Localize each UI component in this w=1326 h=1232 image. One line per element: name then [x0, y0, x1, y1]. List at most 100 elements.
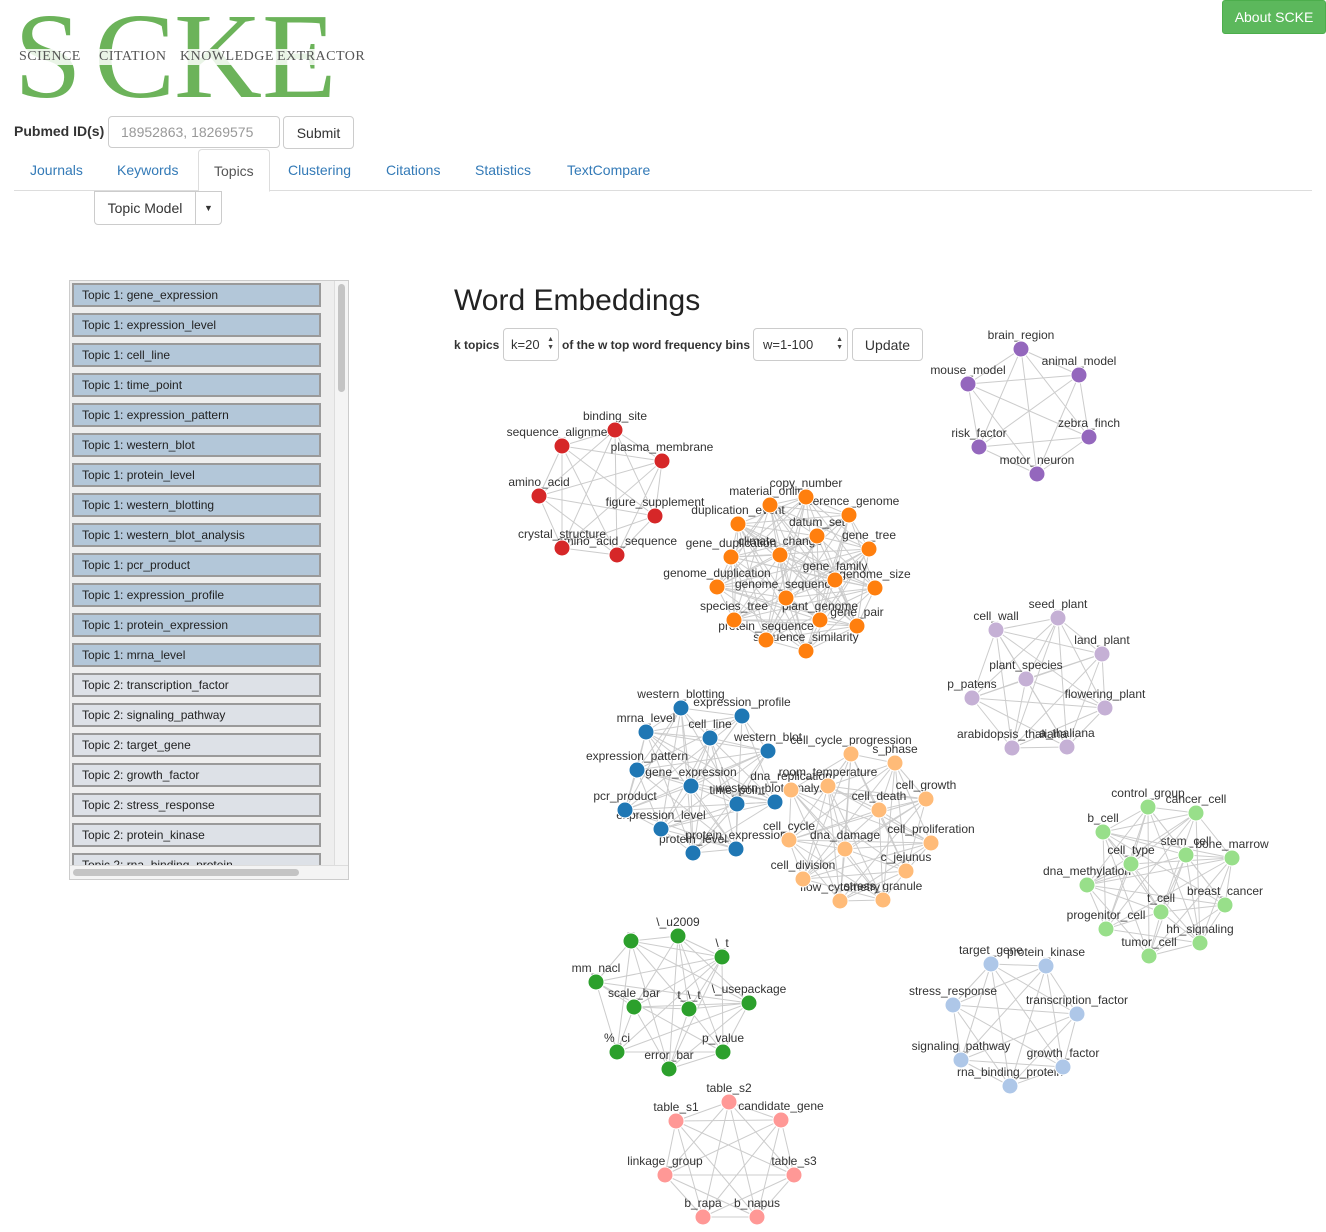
graph-node[interactable]	[771, 546, 789, 564]
graph-node[interactable]	[694, 1208, 712, 1226]
graph-node[interactable]	[652, 820, 670, 838]
graph-node[interactable]	[1054, 1058, 1072, 1076]
graph-node[interactable]	[917, 790, 935, 808]
graph-node[interactable]	[766, 793, 784, 811]
graph-node[interactable]	[637, 723, 655, 741]
graph-node[interactable]	[748, 1208, 766, 1226]
graph-node[interactable]	[897, 862, 915, 880]
graph-node[interactable]	[728, 795, 746, 813]
graph-node[interactable]	[1078, 876, 1096, 894]
graph-node[interactable]	[836, 840, 854, 858]
graph-node[interactable]	[1094, 823, 1112, 841]
graph-node[interactable]	[1037, 957, 1055, 975]
graph-node[interactable]	[530, 487, 548, 505]
graph-node[interactable]	[886, 754, 904, 772]
graph-node[interactable]	[1139, 798, 1157, 816]
graph-node[interactable]	[1152, 903, 1170, 921]
graph-node[interactable]	[1093, 645, 1111, 663]
graph-nodes[interactable]	[530, 340, 1241, 1226]
graph-node[interactable]	[653, 452, 671, 470]
graph-node[interactable]	[1058, 738, 1076, 756]
graph-node[interactable]	[982, 955, 1000, 973]
graph-node[interactable]	[785, 1166, 803, 1184]
graph-node[interactable]	[777, 589, 795, 607]
graph-node[interactable]	[553, 539, 571, 557]
graph-node[interactable]	[1017, 670, 1035, 688]
graph-node[interactable]	[587, 973, 605, 991]
graph-node[interactable]	[1187, 804, 1205, 822]
graph-node[interactable]	[727, 840, 745, 858]
graph-node[interactable]	[772, 1111, 790, 1129]
graph-node[interactable]	[701, 729, 719, 747]
graph-node[interactable]	[1001, 1077, 1019, 1095]
graph-node[interactable]	[1177, 846, 1195, 864]
graph-node[interactable]	[797, 488, 815, 506]
graph-node[interactable]	[797, 642, 815, 660]
graph-node[interactable]	[1070, 366, 1088, 384]
graph-node[interactable]	[944, 996, 962, 1014]
graph-node[interactable]	[1122, 855, 1140, 873]
graph-node[interactable]	[963, 689, 981, 707]
graph-node[interactable]	[780, 831, 798, 849]
graph-node[interactable]	[669, 927, 687, 945]
graph-node[interactable]	[729, 515, 747, 533]
graph-node[interactable]	[672, 699, 690, 717]
graph-node[interactable]	[922, 834, 940, 852]
graph-node[interactable]	[842, 745, 860, 763]
graph-node[interactable]	[1223, 849, 1241, 867]
graph-node[interactable]	[616, 801, 634, 819]
graph-node[interactable]	[874, 891, 892, 909]
graph-node[interactable]	[667, 1112, 685, 1130]
graph-node[interactable]	[740, 994, 758, 1012]
graph-node[interactable]	[848, 617, 866, 635]
graph-node[interactable]	[725, 611, 743, 629]
graph-node[interactable]	[714, 1043, 732, 1061]
graph-node[interactable]	[782, 781, 800, 799]
graph-node[interactable]	[819, 777, 837, 795]
graph-node[interactable]	[1028, 465, 1046, 483]
graph-node[interactable]	[622, 932, 640, 950]
graph-node[interactable]	[831, 892, 849, 910]
graph-node[interactable]	[608, 1043, 626, 1061]
graph-node[interactable]	[608, 546, 626, 564]
graph-node[interactable]	[866, 579, 884, 597]
graph-node[interactable]	[870, 801, 888, 819]
graph-node[interactable]	[656, 1166, 674, 1184]
graph-node[interactable]	[1097, 920, 1115, 938]
graph-node[interactable]	[1140, 947, 1158, 965]
graph-node[interactable]	[808, 527, 826, 545]
graph-node[interactable]	[1049, 609, 1067, 627]
graph-node[interactable]	[1068, 1005, 1086, 1023]
graph-node[interactable]	[625, 998, 643, 1016]
graph-node[interactable]	[970, 438, 988, 456]
graph-node[interactable]	[713, 948, 731, 966]
graph-node[interactable]	[840, 506, 858, 524]
graph-node[interactable]	[761, 496, 779, 514]
graph-node[interactable]	[684, 844, 702, 862]
graph-node[interactable]	[606, 421, 624, 439]
graph-node[interactable]	[1003, 739, 1021, 757]
graph-node[interactable]	[987, 621, 1005, 639]
graph-node[interactable]	[660, 1060, 678, 1078]
graph-node[interactable]	[722, 548, 740, 566]
graph-node[interactable]	[733, 707, 751, 725]
graph-node[interactable]	[680, 1000, 698, 1018]
graph-node[interactable]	[682, 777, 700, 795]
graph-node[interactable]	[1191, 934, 1209, 952]
graph-node[interactable]	[1096, 699, 1114, 717]
graph-node[interactable]	[811, 611, 829, 629]
graph-node[interactable]	[1080, 428, 1098, 446]
graph-node[interactable]	[759, 742, 777, 760]
graph-node[interactable]	[628, 761, 646, 779]
word-embedding-graph[interactable]: binding_site sequence_alignmentplasma_mem…	[0, 0, 1326, 1232]
graph-node[interactable]	[646, 507, 664, 525]
graph-node[interactable]	[757, 631, 775, 649]
graph-node[interactable]	[1012, 340, 1030, 358]
graph-node[interactable]	[708, 578, 726, 596]
graph-node[interactable]	[1216, 896, 1234, 914]
graph-node[interactable]	[794, 870, 812, 888]
graph-node[interactable]	[720, 1093, 738, 1111]
graph-node[interactable]	[860, 540, 878, 558]
graph-node[interactable]	[959, 375, 977, 393]
graph-node[interactable]	[553, 437, 571, 455]
